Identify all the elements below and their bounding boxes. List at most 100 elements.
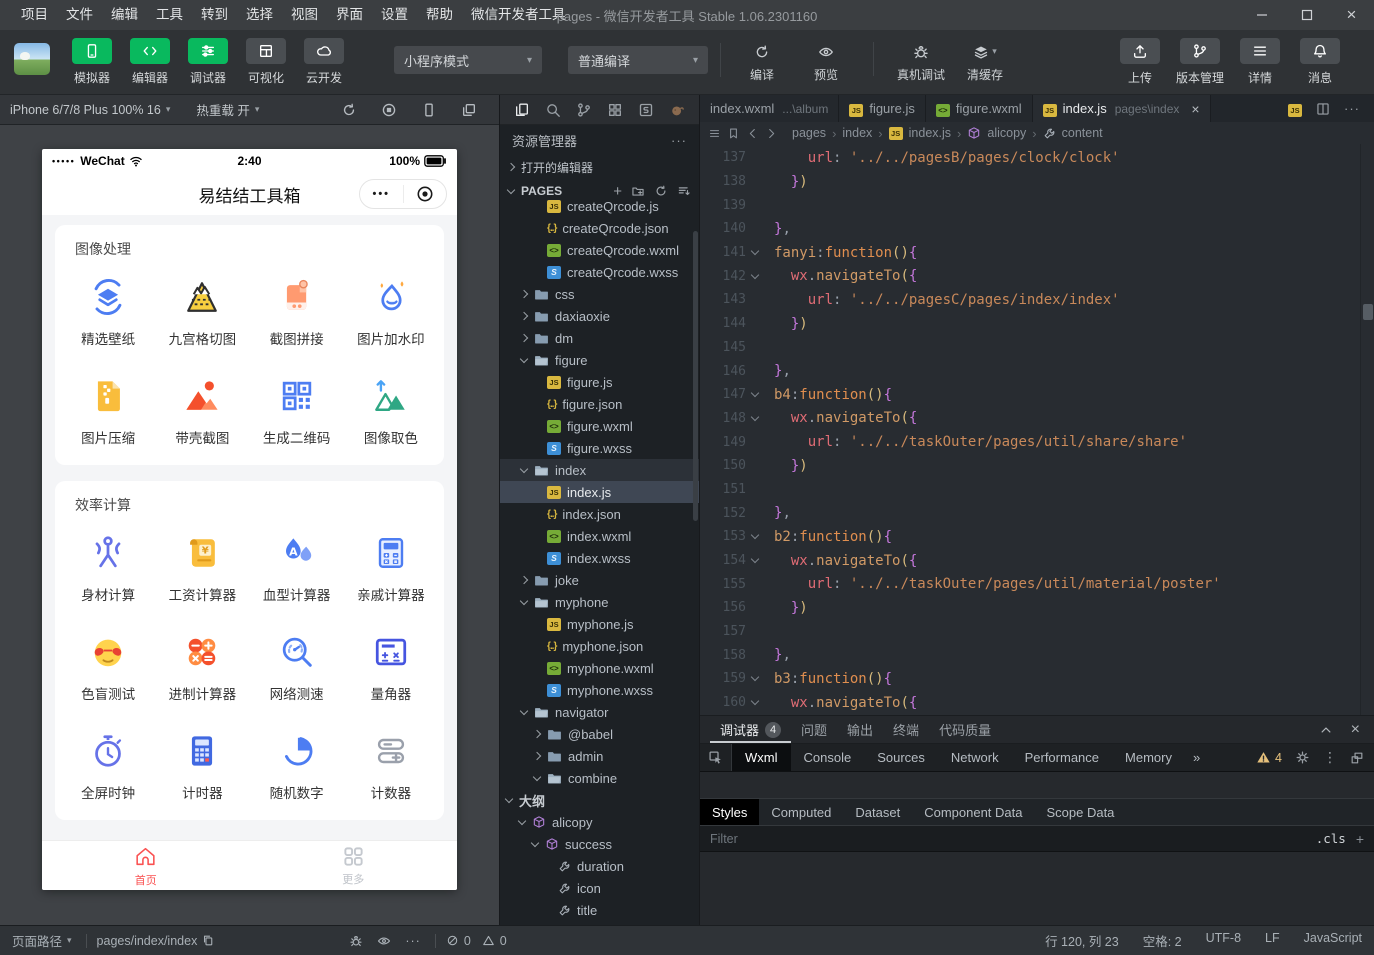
styles-tab-Scope-Data[interactable]: Scope Data [1034,799,1126,825]
more-actions-icon[interactable]: ··· [1344,101,1360,116]
breadcrumb-item[interactable]: content [1062,126,1103,140]
phone-tab-首页[interactable]: 首页 [42,841,250,890]
debugger-tab-调试器[interactable]: 调试器 4 [710,716,791,743]
styles-tab-Component-Data[interactable]: Component Data [912,799,1034,825]
menu-工具[interactable]: 工具 [147,0,192,30]
tree-folder-figure[interactable]: figure [500,349,699,371]
devtools-settings-icon[interactable] [1295,750,1310,765]
debugger-tab-终端[interactable]: 终端 [883,716,929,743]
tool-网络测速[interactable]: 网络测速 [250,616,344,715]
inspector-tab-Sources[interactable]: Sources [864,744,938,771]
breadcrumb-item[interactable]: pages [792,126,826,140]
action-上传[interactable]: 上传 [1114,38,1166,86]
plugin-icon[interactable] [661,102,692,118]
elements-tree-area[interactable] [700,772,1374,798]
inspector-tab-Memory[interactable]: Memory [1112,744,1185,771]
action-详情[interactable]: 详情 [1234,38,1286,86]
tree-folder-navigator[interactable]: navigator [500,701,699,723]
restart-icon[interactable] [329,102,369,118]
toolbar-button-云开发[interactable]: 云开发 [298,38,350,86]
styles-content-area[interactable] [700,852,1374,925]
tool-生成二维码[interactable]: 生成二维码 [250,360,344,459]
debugger-tab-代码质量[interactable]: 代码质量 [929,716,1001,743]
breadcrumb-item[interactable]: index.js [909,126,951,140]
outline-item-alicopy[interactable]: alicopy [500,811,699,833]
close-panel-icon[interactable]: × [1351,723,1360,737]
toolbar-button-可视化[interactable]: 可视化 [240,38,292,86]
menu-界面[interactable]: 界面 [327,0,372,30]
menu-项目[interactable]: 项目 [12,0,57,30]
split-editor-icon[interactable] [1316,102,1330,116]
fold-icon[interactable] [751,673,759,681]
problems-indicator[interactable]: 0 0 [446,934,507,948]
toolbar-button-调试器[interactable]: 调试器 [182,38,234,86]
tool-全屏时钟[interactable]: 全屏时钟 [61,715,155,814]
fold-icon[interactable] [751,413,759,421]
inspector-tab-Network[interactable]: Network [938,744,1012,771]
hot-reload-toggle[interactable]: 热重载 开 ▾ [196,100,259,119]
menu-选择[interactable]: 选择 [237,0,282,30]
tree-folder-daxiaoxie[interactable]: daxiaoxie [500,305,699,327]
tree-file-myphone.wxml[interactable]: <>myphone.wxml [500,657,699,679]
fold-icon[interactable] [751,247,759,255]
more-actions-icon[interactable]: ··· [671,133,687,148]
tool-截图拼接[interactable]: 截图拼接 [250,261,344,360]
editor-tab-index.js[interactable]: JS index.js pages\index × [1033,95,1211,122]
tool-九宫格切图[interactable]: 九宫格切图 [155,261,249,360]
copy-icon[interactable] [202,934,215,947]
eol-setting[interactable]: LF [1265,931,1280,950]
add-style-icon[interactable]: + [1356,831,1364,847]
styles-tab-Computed[interactable]: Computed [759,799,843,825]
encoding-setting[interactable]: UTF-8 [1206,931,1241,950]
tree-file-myphone.json[interactable]: {..}myphone.json [500,635,699,657]
device-selector[interactable]: iPhone 6/7/8 Plus 100% 16 ▾ [10,103,170,117]
inspector-tab-Console[interactable]: Console [791,744,865,771]
overflow-tabs-icon[interactable]: » [1185,750,1208,765]
outline-item-icon[interactable]: icon [500,877,699,899]
tool-亲戚计算器[interactable]: 亲戚计算器 [344,517,438,616]
action-清缓存[interactable]: ▾ 清缓存 [956,42,1014,83]
tool-带壳截图[interactable]: 带壳截图 [155,360,249,459]
tool-图片加水印[interactable]: 图片加水印 [344,261,438,360]
extensions-icon[interactable] [599,102,630,118]
tree-file-createQrcode.js[interactable]: JScreateQrcode.js [500,195,699,217]
kebab-menu-icon[interactable]: ⋮ [1323,749,1337,766]
open-editors-section[interactable]: 打开的编辑器 [500,155,699,179]
tree-file-createQrcode.wxml[interactable]: <>createQrcode.wxml [500,239,699,261]
tool-图片压缩[interactable]: 图片压缩 [61,360,155,459]
outline-item-duration[interactable]: duration [500,855,699,877]
tree-file-createQrcode.json[interactable]: {..}createQrcode.json [500,217,699,239]
explorer-scrollbar[interactable] [693,231,698,521]
tree-file-index.js[interactable]: JSindex.js [500,481,699,503]
files-icon[interactable] [506,102,537,118]
action-版本管理[interactable]: 版本管理 [1174,38,1226,86]
editor-scrollbar[interactable] [1360,144,1374,715]
tool-计数器[interactable]: 计数器 [344,715,438,814]
inspector-tab-Wxml[interactable]: Wxml [732,744,791,771]
tree-folder-admin[interactable]: admin [500,745,699,767]
device-frame-icon[interactable] [409,102,449,118]
detach-window-icon[interactable] [449,102,489,118]
indent-setting[interactable]: 空格: 2 [1143,931,1182,950]
action-预览[interactable]: 预览 [797,42,855,83]
inspector-tab-Performance[interactable]: Performance [1012,744,1112,771]
tree-file-figure.json[interactable]: {..}figure.json [500,393,699,415]
code-editor[interactable]: 1371381391401411421431441451461471481491… [700,144,1374,715]
more-icon[interactable]: ··· [405,934,421,948]
editor-tab-figure.js[interactable]: JS figure.js [839,95,926,122]
git-branch-icon[interactable] [568,102,599,118]
console-warnings[interactable]: 4 [1256,750,1282,765]
page-path-selector[interactable]: 页面路径 ▾ [12,931,72,950]
current-page-path[interactable]: pages/index/index [97,934,216,948]
tree-folder-dm[interactable]: dm [500,327,699,349]
compile-dropdown[interactable]: 普通编译 ▾ [568,46,708,74]
search-icon[interactable] [537,102,568,118]
tree-file-createQrcode.wxss[interactable]: ScreateQrcode.wxss [500,261,699,283]
scrollbar-handle[interactable] [1363,304,1373,320]
breadcrumb-item[interactable]: index [842,126,872,140]
menu-视图[interactable]: 视图 [282,0,327,30]
minimize-button[interactable] [1239,0,1284,30]
forward-icon[interactable] [765,127,778,140]
more-options-button[interactable]: ••• [360,188,403,200]
menu-文件[interactable]: 文件 [57,0,102,30]
